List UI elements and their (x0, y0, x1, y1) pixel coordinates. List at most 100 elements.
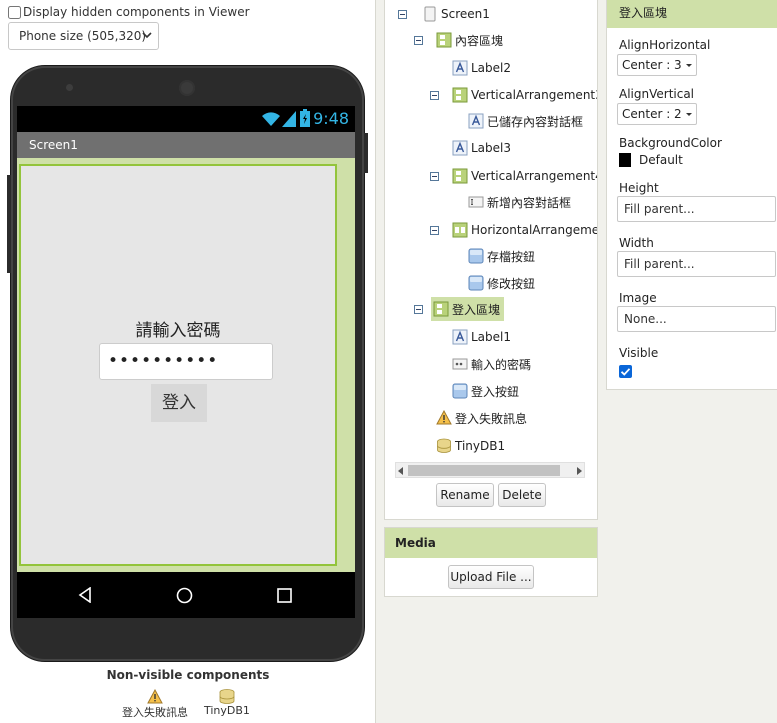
tree-label: VerticalArrangement4 (471, 169, 597, 183)
tree-label: Screen1 (441, 7, 490, 21)
tree-node-horizontal-arrangement[interactable]: HorizontalArrangement (430, 220, 597, 240)
rename-button[interactable]: Rename (436, 483, 494, 507)
properties-title: 登入區塊 (607, 0, 777, 28)
image-input[interactable]: None... (617, 306, 776, 332)
vertical-arrangement-icon (433, 301, 449, 317)
database-icon (219, 689, 235, 704)
screen-canvas[interactable]: 請輸入密碼 •••••••••• 登入 (17, 158, 355, 572)
tree-node-vertical-arrangement4[interactable]: VerticalArrangement4 (430, 166, 597, 186)
tree-node-screen1[interactable]: Screen1 (398, 4, 490, 24)
display-hidden-row[interactable]: Display hidden components in Viewer (8, 5, 250, 19)
tree-node-vertical-arrangement3[interactable]: VerticalArrangement3 (430, 85, 597, 105)
delete-button[interactable]: Delete (498, 483, 546, 507)
status-time: 9:48 (313, 109, 349, 128)
recents-icon (277, 588, 292, 603)
tree-node-new-content-dialog[interactable]: 新增內容對話框 (468, 192, 571, 212)
warning-icon (147, 689, 163, 704)
tree-node-login-button[interactable]: 登入按鈕 (452, 381, 519, 401)
vertical-arrangement-icon (452, 168, 468, 184)
login-button[interactable]: 登入 (151, 384, 207, 422)
label-icon (452, 60, 468, 76)
tree-node-login-fail-notifier[interactable]: 登入失敗訊息 (436, 408, 527, 428)
tree-node-label3[interactable]: Label3 (452, 138, 511, 158)
label-icon (452, 140, 468, 156)
tree-node-password-input[interactable]: 輸入的密碼 (452, 354, 531, 374)
back-icon (78, 587, 91, 603)
tree-node-label1[interactable]: Label1 (452, 327, 511, 347)
chevron-down-icon (142, 32, 152, 39)
nonvisible-item[interactable]: TinyDB1 (204, 689, 250, 717)
tree-node-login-area[interactable]: 登入區塊 (414, 297, 505, 321)
tree-label: HorizontalArrangement (471, 223, 597, 237)
tree-node-edit-button[interactable]: 修改按鈕 (468, 273, 535, 293)
align-vertical-label: AlignVertical (619, 87, 695, 101)
collapse-icon[interactable] (430, 90, 439, 100)
phone-speaker (179, 80, 195, 96)
tree-node-save-button[interactable]: 存檔按鈕 (468, 246, 535, 266)
tree-node-saved-content-dialog[interactable]: 已儲存內容對話框 (468, 111, 583, 131)
visible-checkbox[interactable] (619, 365, 632, 378)
collapse-icon[interactable] (414, 304, 423, 314)
vertical-arrangement-icon (436, 32, 452, 48)
scroll-left-icon[interactable] (398, 467, 403, 475)
media-panel: Media Upload File ... (384, 527, 598, 597)
collapse-icon[interactable] (414, 35, 423, 45)
align-vertical-select[interactable]: Center : 2 (617, 103, 697, 125)
tree-label: Label2 (471, 61, 512, 75)
nonvisible-label: 登入失敗訊息 (122, 706, 188, 719)
tree-label: 新增內容對話框 (487, 195, 572, 210)
tree-label: 登入失敗訊息 (455, 411, 528, 426)
button-icon (468, 275, 484, 291)
tree-label: 已儲存內容對話框 (487, 114, 584, 129)
properties-panel: 登入區塊 AlignHorizontal Center : 3 AlignVer… (606, 0, 777, 390)
color-swatch[interactable] (619, 153, 631, 167)
visible-label: Visible (619, 346, 659, 360)
phone-power-button (364, 133, 368, 173)
align-horizontal-label: AlignHorizontal (619, 38, 711, 52)
width-input[interactable]: Fill parent... (617, 251, 776, 277)
background-color-label: BackgroundColor (619, 136, 722, 150)
tree-node-tinydb1[interactable]: TinyDB1 (436, 436, 505, 456)
nonvisible-item[interactable]: 登入失敗訊息 (122, 689, 188, 720)
home-icon (176, 587, 193, 604)
tree-selected-highlight[interactable]: 登入區塊 (431, 297, 505, 321)
password-input[interactable]: •••••••••• (99, 343, 273, 380)
align-horizontal-select[interactable]: Center : 3 (617, 54, 697, 76)
display-hidden-checkbox[interactable] (8, 5, 21, 19)
signal-icon (282, 111, 296, 127)
height-label: Height (619, 181, 659, 195)
battery-icon (300, 109, 310, 127)
button-icon (468, 248, 484, 264)
tree-node-label2[interactable]: Label2 (452, 58, 511, 78)
tree-label: Label1 (471, 330, 512, 344)
tree-label: TinyDB1 (455, 439, 506, 453)
phone-size-select[interactable]: Phone size (505,320) (8, 22, 159, 50)
tree-label: 登入按鈕 (471, 384, 520, 399)
collapse-icon[interactable] (398, 9, 407, 19)
nonvisible-title: Non-visible components (106, 668, 270, 682)
prompt-label[interactable]: 請輸入密碼 (21, 316, 335, 341)
tree-label: 內容區塊 (455, 33, 504, 48)
width-label: Width (619, 236, 654, 250)
wifi-icon (262, 112, 280, 126)
scroll-right-icon[interactable] (577, 467, 582, 475)
phone-side-button (7, 175, 11, 273)
login-area[interactable]: 請輸入密碼 •••••••••• 登入 (19, 164, 337, 566)
tree-label: 登入區塊 (452, 302, 501, 317)
upload-file-button[interactable]: Upload File ... (448, 565, 534, 589)
horizontal-scrollbar[interactable] (395, 462, 585, 478)
nav-bar (17, 572, 355, 618)
height-input[interactable]: Fill parent... (617, 196, 776, 222)
viewer-panel: Display hidden components in Viewer Phon… (0, 0, 376, 723)
background-color-value[interactable]: Default (639, 153, 683, 167)
collapse-icon[interactable] (430, 171, 439, 181)
image-label: Image (619, 291, 657, 305)
collapse-icon[interactable] (430, 225, 439, 235)
tree-node-content-area[interactable]: 內容區塊 (414, 30, 503, 50)
phone-size-value: Phone size (505,320) (19, 29, 147, 43)
label-icon (452, 329, 468, 345)
scrollbar-thumb[interactable] (408, 465, 560, 476)
database-icon (437, 438, 451, 453)
components-panel: Screen1 內容區塊 Label2 VerticalArrangement3… (384, 0, 598, 520)
tree-scroll-area[interactable]: Screen1 內容區塊 Label2 VerticalArrangement3… (385, 0, 597, 460)
